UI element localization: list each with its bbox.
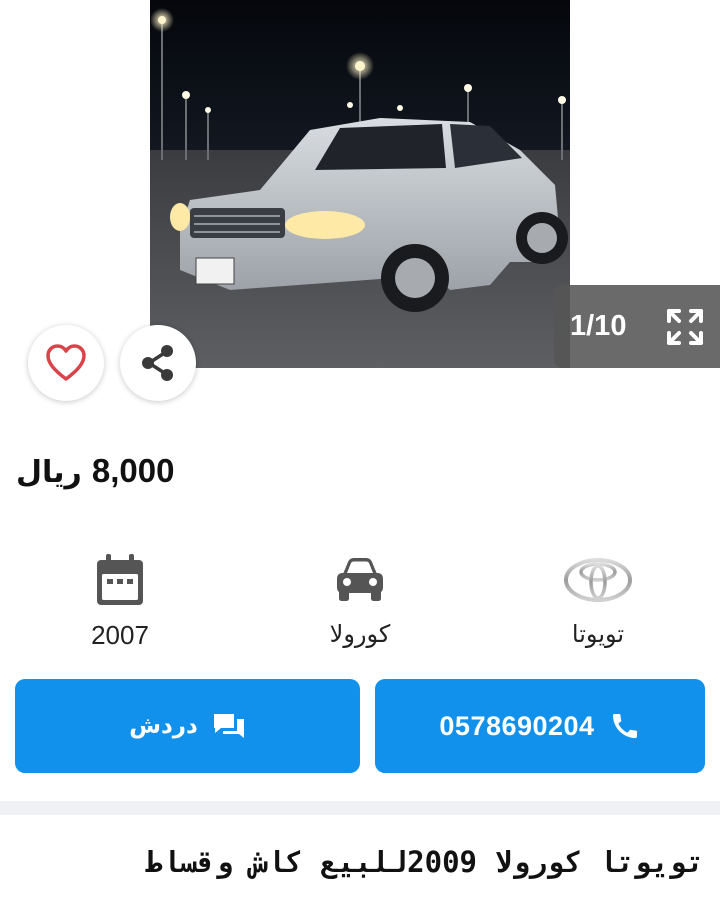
spec-brand-label: تويوتا [571, 620, 625, 648]
section-divider [0, 801, 720, 815]
call-button-label: 0578690204 [439, 710, 595, 741]
next-photo-button[interactable] [638, 140, 678, 180]
prev-photo-button[interactable] [42, 140, 82, 180]
chat-button-label: دردش [129, 713, 198, 739]
share-icon [142, 345, 173, 381]
chevron-left-icon [55, 148, 69, 172]
photo-gallery[interactable]: 1/10 [0, 0, 720, 401]
call-button[interactable]: 0578690204 [375, 679, 705, 773]
car-icon [333, 550, 387, 610]
photo-counter-bar: 1/10 [554, 285, 720, 368]
calendar-icon [94, 550, 146, 610]
photo-counter: 1/10 [570, 310, 627, 342]
price: ريال 8,000 [16, 452, 174, 490]
listing-title: تويوتا كورولا 2009للبيع كاش وقساط [145, 845, 704, 879]
favorite-button[interactable] [28, 325, 104, 401]
spec-year-label: 2007 [91, 620, 149, 650]
car-photo[interactable] [150, 0, 570, 368]
spec-brand: تويوتا [508, 550, 688, 648]
fullscreen-button[interactable] [664, 306, 706, 348]
toyota-logo-icon [563, 550, 633, 610]
price-amount: 8,000 [91, 452, 175, 489]
chat-icon [213, 714, 244, 738]
phone-icon [612, 714, 637, 738]
spec-year: 2007 [30, 550, 210, 651]
chevron-right-icon [651, 148, 665, 172]
share-button[interactable] [120, 325, 196, 401]
chat-button[interactable]: دردش [15, 679, 360, 773]
fullscreen-icon [667, 308, 703, 345]
spec-model-label: كورولا [329, 620, 391, 648]
spec-model: كورولا [270, 550, 450, 648]
price-currency: ريال [16, 455, 82, 490]
heart-icon [46, 344, 86, 381]
